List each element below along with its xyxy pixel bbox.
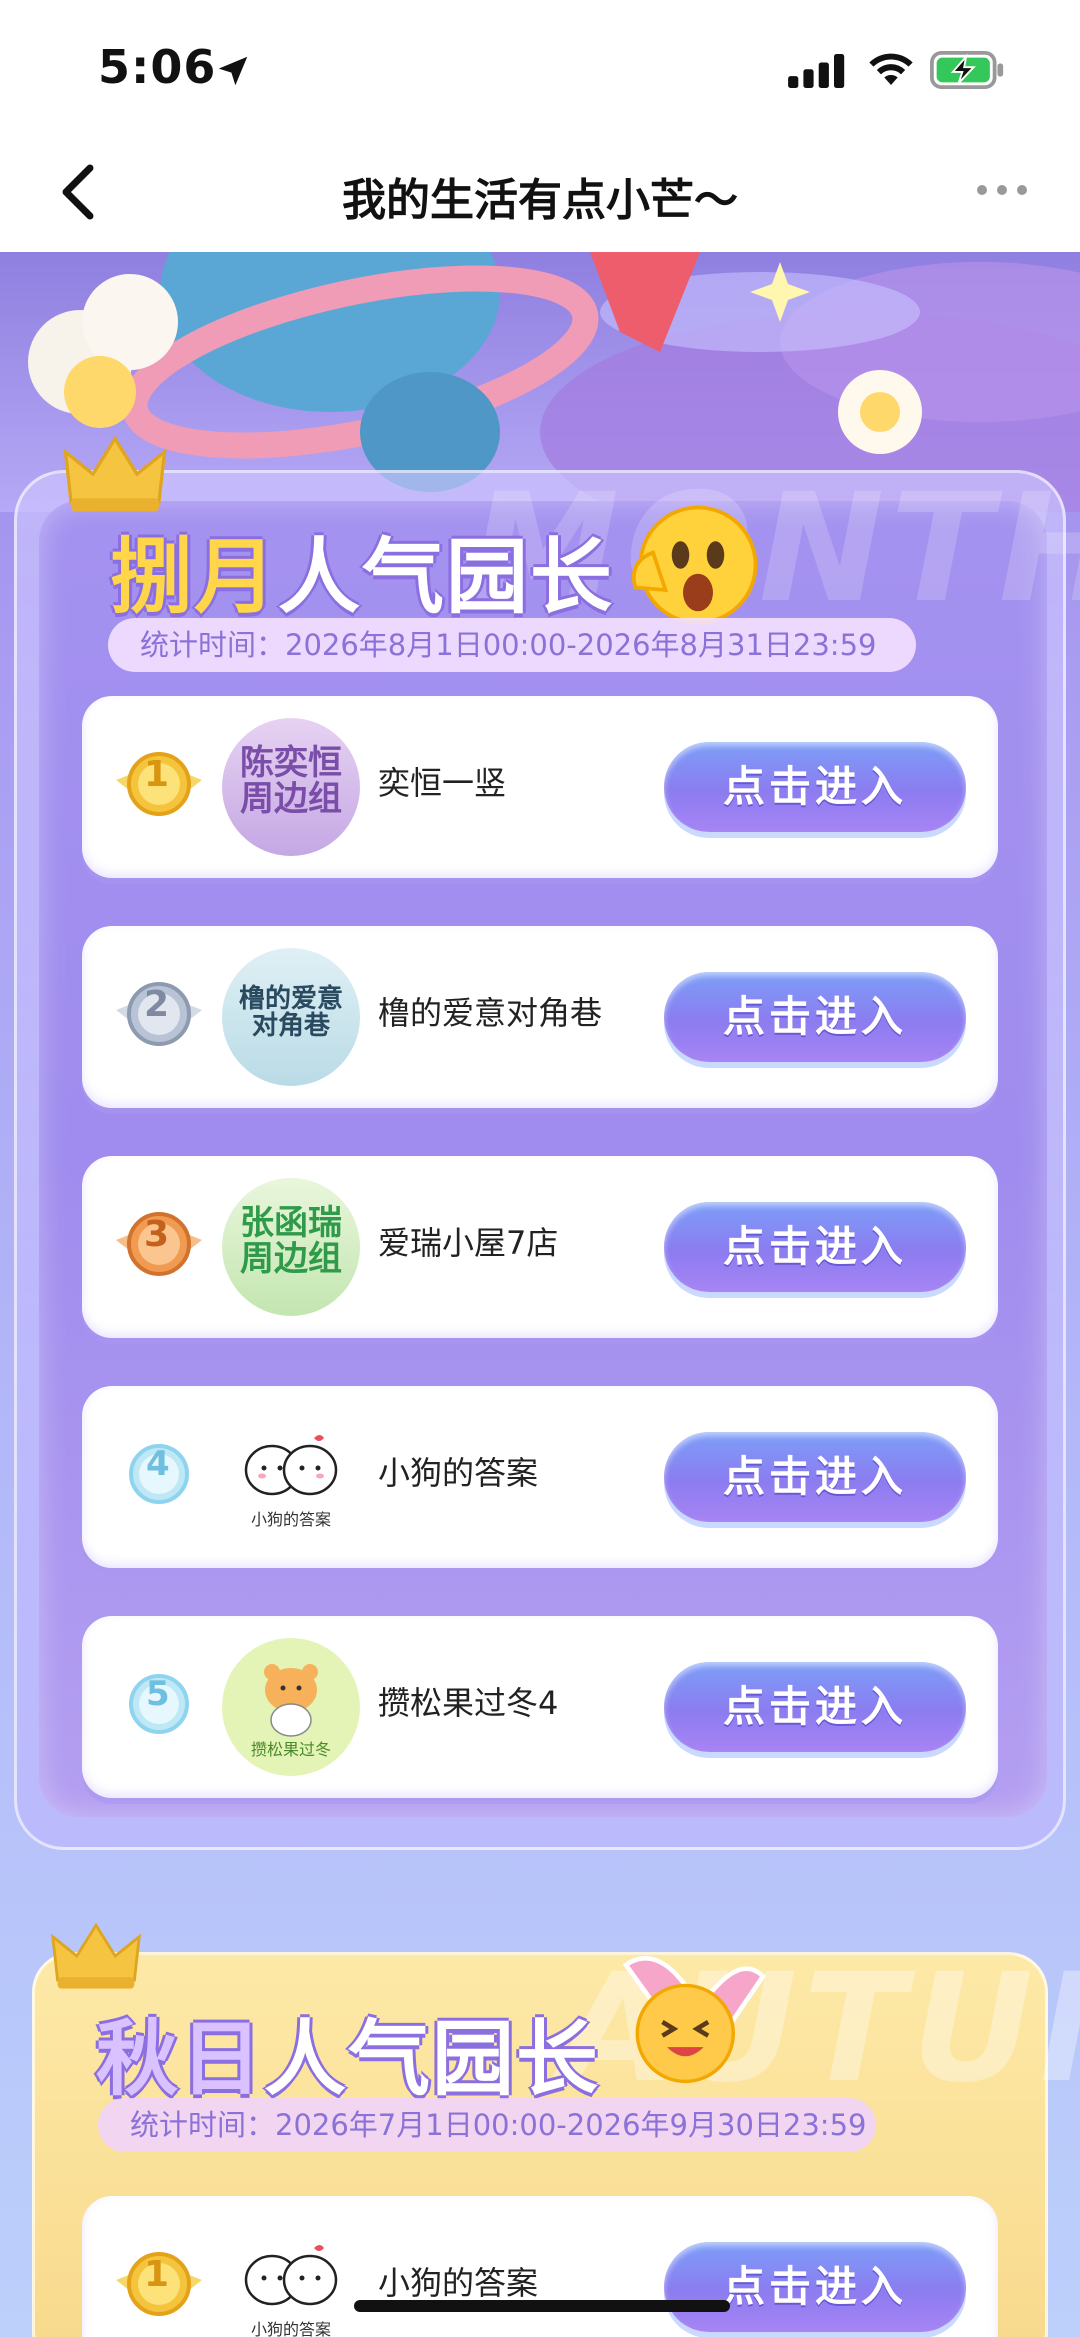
- ranking-card-1: 1 陈奕恒 周边组 奕恒一竖 点击进入: [82, 696, 998, 878]
- enter-button[interactable]: 点击进入: [664, 2242, 966, 2332]
- monthly-section-title: 捌月人气园长: [110, 510, 614, 629]
- avatar-caption: 小狗的答案: [250, 1510, 331, 1529]
- rank-number: 3: [144, 1214, 170, 1255]
- status-bar: 5:06: [0, 0, 1080, 140]
- autumn-title-rest: 人气园长: [264, 2012, 601, 2107]
- shop-name[interactable]: 小狗的答案: [378, 1448, 538, 1494]
- autumn-title-highlight: 秋日: [96, 2012, 265, 2107]
- ranking-card-5: 5 攒松果过冬 攒松果过冬4 点击进入: [82, 1616, 998, 1798]
- enter-button[interactable]: 点击进入: [664, 972, 966, 1062]
- rank-number: 4: [146, 1444, 170, 1484]
- avatar-caption: 攒松果过冬: [250, 1740, 331, 1759]
- crown-icon: [50, 1922, 142, 1989]
- avatar-caption: 橹的爱意 对角巷: [238, 984, 343, 1042]
- rank-number: 1: [144, 2254, 170, 2295]
- shop-name[interactable]: 爱瑞小屋7店: [378, 1218, 558, 1264]
- shop-avatar[interactable]: 小狗的答案: [222, 2218, 360, 2337]
- page-title: 我的生活有点小芒～: [342, 175, 738, 226]
- ranking-card-3: 3 张函瑞 周边组 爱瑞小屋7店 点击进入: [82, 1156, 998, 1338]
- monthly-title-highlight: 捌月: [110, 530, 279, 625]
- enter-button[interactable]: 点击进入: [664, 1202, 966, 1292]
- location-arrow-icon: [218, 56, 248, 86]
- shop-name[interactable]: 橹的爱意对角巷: [378, 988, 602, 1034]
- navigation-bar: 我的生活有点小芒～: [0, 140, 1080, 252]
- shop-name[interactable]: 攒松果过冬4: [378, 1678, 558, 1724]
- monthly-title-rest: 人气园长: [278, 530, 615, 625]
- status-time: 5:06: [98, 40, 217, 94]
- autumn-period-pill: 统计时间：2026年7月1日00:00-2026年9月30日23:59: [98, 2098, 876, 2152]
- shop-avatar[interactable]: 攒松果过冬: [222, 1638, 360, 1776]
- rank-number: 5: [146, 1674, 170, 1714]
- battery-charging-icon: [930, 51, 1004, 89]
- rank-number: 2: [144, 984, 170, 1025]
- more-dots-icon[interactable]: [974, 180, 1030, 200]
- activity-banner: MONTH 捌月人气园长 统计时间：2026年8月1日00:00-2026年8月…: [0, 252, 1080, 2337]
- autumn-section-title: 秋日人气园长: [96, 1992, 600, 2111]
- laughing-emoji-icon: [622, 1956, 766, 2084]
- ranking-card-4: 4 小狗的答案 小狗的答案 点击进入: [82, 1386, 998, 1568]
- avatar-caption: 小狗的答案: [250, 2320, 331, 2337]
- monthly-period-pill: 统计时间：2026年8月1日00:00-2026年8月31日23:59: [108, 618, 916, 672]
- avatar-caption: 陈奕恒 周边组: [240, 743, 342, 819]
- shop-avatar[interactable]: 橹的爱意 对角巷: [222, 948, 360, 1086]
- shop-name[interactable]: 奕恒一竖: [378, 758, 506, 804]
- shop-avatar[interactable]: 陈奕恒 周边组: [222, 718, 360, 856]
- ranking-card-2: 2 橹的爱意 对角巷 橹的爱意对角巷 点击进入: [82, 926, 998, 1108]
- cellular-signal-icon: [788, 54, 845, 88]
- shop-avatar[interactable]: 张函瑞 周边组: [222, 1178, 360, 1316]
- wifi-icon: [869, 53, 913, 85]
- avatar-caption: 张函瑞 周边组: [240, 1203, 342, 1279]
- shop-avatar[interactable]: 小狗的答案: [222, 1408, 360, 1546]
- crown-icon: [63, 435, 167, 512]
- enter-button[interactable]: 点击进入: [664, 1662, 966, 1752]
- rank-number: 1: [144, 754, 170, 795]
- enter-button[interactable]: 点击进入: [664, 742, 966, 832]
- home-indicator[interactable]: [354, 2300, 730, 2312]
- enter-button[interactable]: 点击进入: [664, 1432, 966, 1522]
